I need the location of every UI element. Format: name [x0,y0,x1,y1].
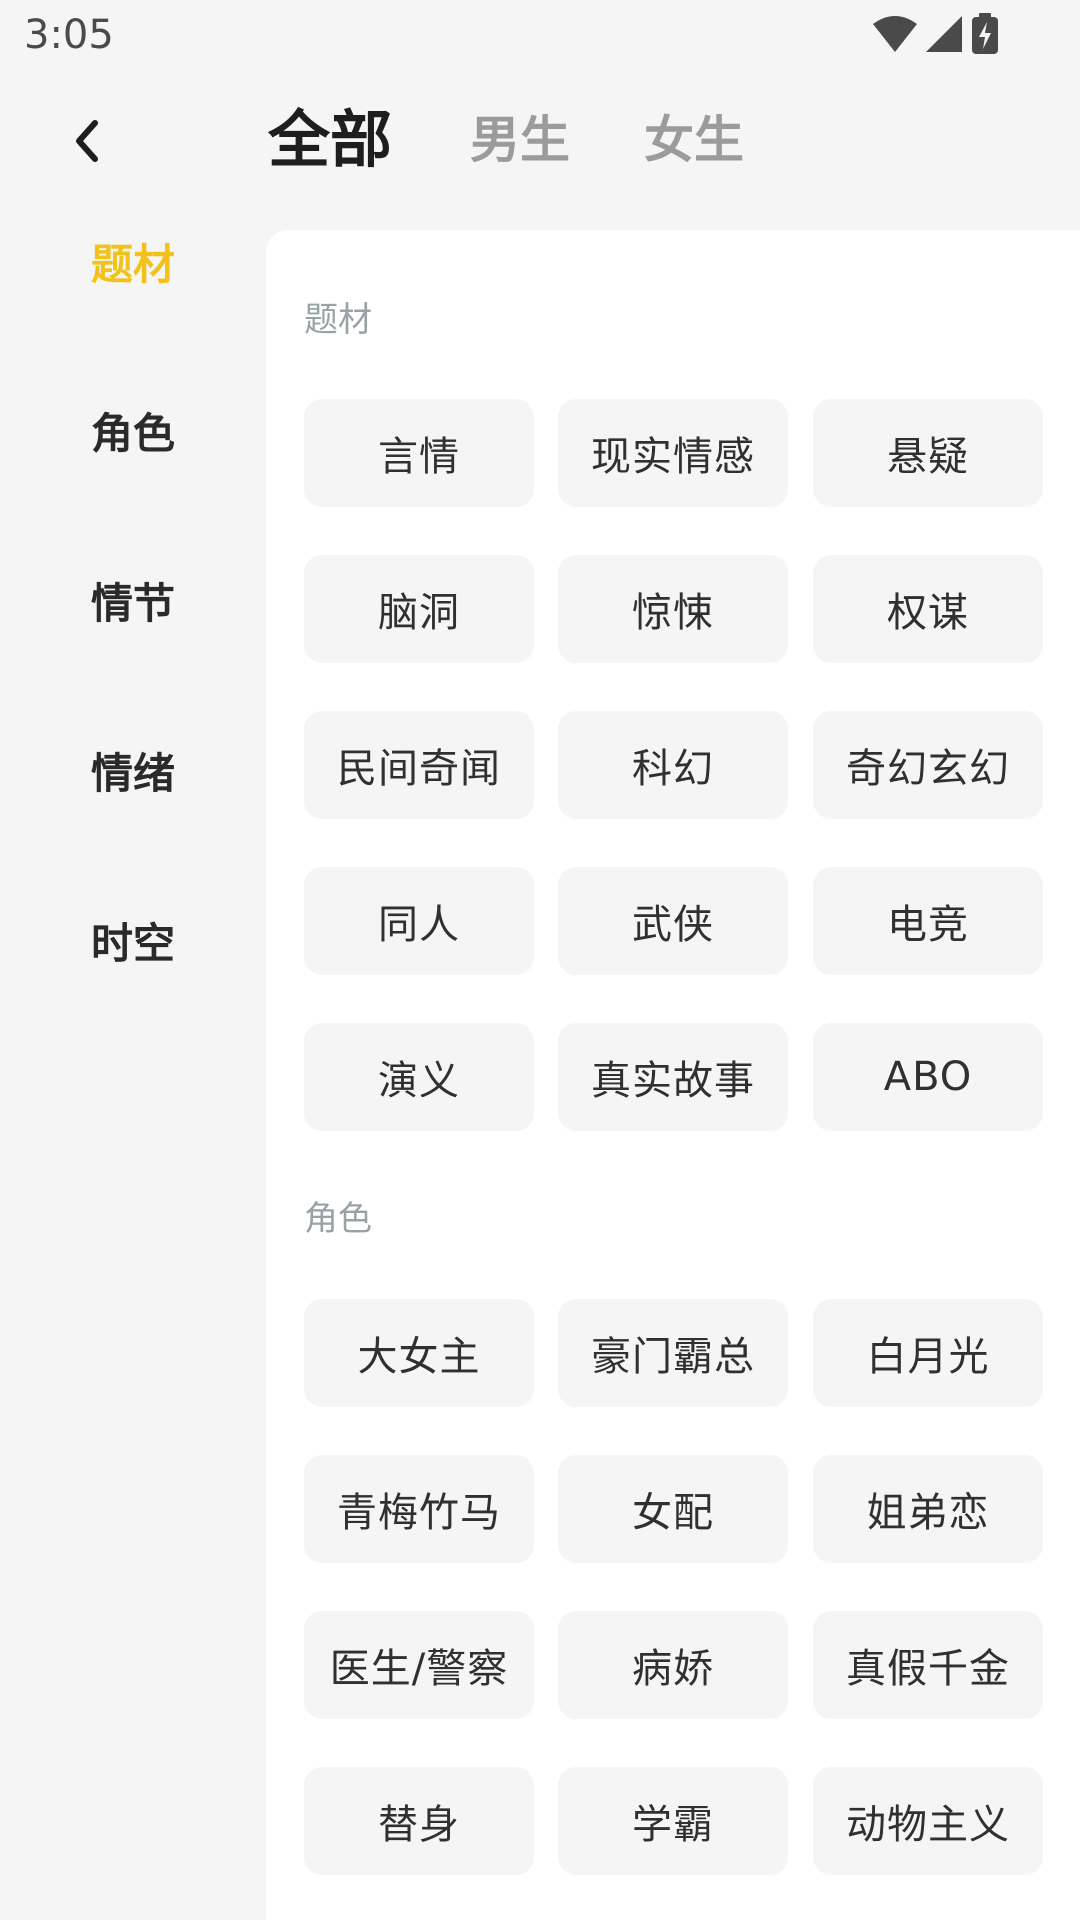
tag-button[interactable]: 白月光 [813,1299,1043,1407]
chevron-left-icon [76,120,98,162]
tag-button[interactable]: 权谋 [813,555,1043,663]
back-button[interactable] [52,106,122,176]
sidebar-item-theme[interactable]: 题材 [0,225,266,305]
section-title-theme: 题材 [304,300,372,340]
tag-button[interactable]: 豪门霸总 [558,1299,788,1407]
tab-male[interactable]: 男生 [470,90,570,190]
tag-button[interactable]: 同人 [304,867,534,975]
tag-button[interactable]: 民间奇闻 [304,711,534,819]
tag-button[interactable]: 现实情感 [558,399,788,507]
sidebar-item-time-space[interactable]: 时空 [0,904,266,984]
tag-button[interactable]: 学霸 [558,1767,788,1875]
header: 全部 男生 女生 [0,90,1080,190]
category-sidebar: 题材 角色 情节 情绪 时空 [0,200,266,1920]
tag-button[interactable]: 替身 [304,1767,534,1875]
tab-female[interactable]: 女生 [644,90,744,190]
tag-button[interactable]: 电竞 [813,867,1043,975]
tag-button[interactable]: 奇幻玄幻 [813,711,1043,819]
battery-charging-icon [972,13,998,54]
tag-button[interactable]: 言情 [304,399,534,507]
status-bar: 3:05 [0,0,1080,72]
tag-button[interactable]: 科幻 [558,711,788,819]
tab-all[interactable]: 全部 [268,90,392,190]
tag-button[interactable]: ABO [813,1023,1043,1131]
tag-button[interactable]: 医生/警察 [304,1611,534,1719]
sidebar-item-role[interactable]: 角色 [0,394,266,474]
tag-panel: 题材 言情 现实情感 悬疑 脑洞 惊悚 权谋 民间奇闻 科幻 奇幻玄幻 同人 武… [266,230,1080,1920]
tag-button[interactable]: 惊悚 [558,555,788,663]
section-title-role: 角色 [304,1199,372,1239]
tag-button[interactable]: 脑洞 [304,555,534,663]
tag-button[interactable]: 病娇 [558,1611,788,1719]
tag-button[interactable]: 姐弟恋 [813,1455,1043,1563]
tag-button[interactable]: 演义 [304,1023,534,1131]
status-icons [872,13,1000,54]
tag-button[interactable]: 女配 [558,1455,788,1563]
tag-button[interactable]: 悬疑 [813,399,1043,507]
tag-button[interactable]: 青梅竹马 [304,1455,534,1563]
wifi-icon [873,16,917,52]
gender-tabs: 全部 男生 女生 [268,90,818,190]
tag-button[interactable]: 动物主义 [813,1767,1043,1875]
sidebar-item-plot[interactable]: 情节 [0,564,266,644]
status-time: 3:05 [24,12,114,58]
sidebar-item-mood[interactable]: 情绪 [0,734,266,814]
signal-icon [926,16,962,52]
tag-button[interactable]: 大女主 [304,1299,534,1407]
app-root: 3:05 全部 男生 女生 题材 角色 情节 情绪 时空 题材 言情 现实情感 … [0,0,1080,1920]
tag-button[interactable]: 武侠 [558,867,788,975]
tag-button[interactable]: 真假千金 [813,1611,1043,1719]
tag-button[interactable]: 真实故事 [558,1023,788,1131]
